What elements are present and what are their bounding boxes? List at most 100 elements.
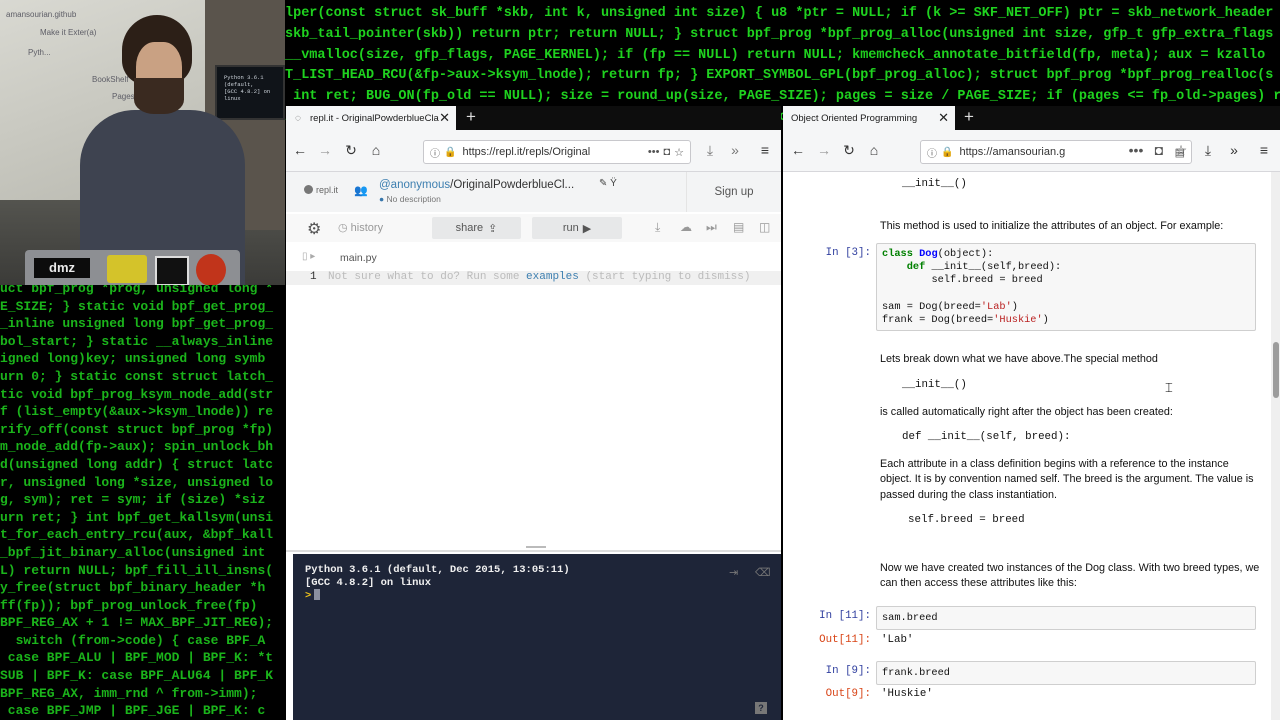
code-line: case BPF_JMP | BPF_JGE | BPF_K: c <box>0 703 266 719</box>
mouse-cursor: ⌶ <box>1165 380 1173 395</box>
tab-bar: ◌ repl.it - OriginalPowderblueCla ✕ + <box>286 106 781 130</box>
info-icon[interactable]: ⓘ <box>430 145 440 160</box>
code-line: BPF_REG_AX, imm_rnd ^ from->imm); <box>0 685 258 701</box>
back-icon[interactable]: ← <box>787 139 809 161</box>
string-literal: 'Huskie' <box>993 314 1043 327</box>
menu-icon[interactable]: ≡ <box>1253 139 1275 161</box>
back-icon[interactable]: ← <box>289 139 311 161</box>
code-line: switch (from->code) { case BPF_A <box>0 632 266 648</box>
code-text: ) <box>1042 314 1049 327</box>
console-cursor <box>314 589 321 600</box>
reload-icon[interactable]: ↻ <box>340 139 362 161</box>
owner-link[interactable]: @anonymous <box>379 179 450 191</box>
reload-icon[interactable]: ↻ <box>838 139 860 161</box>
history-button[interactable]: ◷ history <box>338 221 383 234</box>
repl-title[interactable]: @anonymous/OriginalPowderblueCl... <box>379 179 574 191</box>
close-icon[interactable]: ✕ <box>938 111 949 124</box>
run-label: run <box>562 222 579 234</box>
whiteboard-note: amansourian.github <box>6 10 77 19</box>
url-text: https://amansourian.g <box>959 146 1066 158</box>
replit-logo[interactable]: repl.it <box>304 185 338 195</box>
editor-placeholder: Not sure what to do? Run some examples (… <box>328 271 751 283</box>
code-cell[interactable]: frank.breed <box>876 661 1256 685</box>
code-line: urn ret; } int bpf_get_kallsym(unsi <box>0 509 274 525</box>
download-icon[interactable]: ⤓ <box>655 220 660 235</box>
code-text: ) <box>1011 300 1018 313</box>
run-button[interactable]: run ▶ <box>532 217 622 239</box>
code-line: L) return NULL; bpf_fill_ill_insns( <box>0 562 274 578</box>
new-tab-icon[interactable]: + <box>466 108 476 126</box>
code-line: _bpf_jit_binary_alloc(unsigned int <box>0 544 274 560</box>
line-number: 1 <box>310 271 317 283</box>
code-cell[interactable]: sam.breed <box>876 606 1256 630</box>
pocket-icon[interactable]: ◘ <box>663 146 670 158</box>
code-line: ff(fp)); bpf_prog_unlock_free(fp) <box>0 597 258 613</box>
overflow-icon[interactable]: » <box>724 139 746 161</box>
help-button[interactable]: ? <box>755 702 767 714</box>
code-line: tic void bpf_prog_ksym_node_add(str <box>0 386 274 402</box>
bookmark-icon[interactable]: ☆ <box>1170 139 1192 161</box>
new-tab-icon[interactable]: + <box>964 108 974 126</box>
console-output: Python 3.6.1 (default, Dec 2015, 13:05:1… <box>305 564 570 603</box>
code-line: igned long)key; unsigned long symb <box>0 351 266 367</box>
forward-icon[interactable]: → <box>314 139 336 161</box>
forward-icon[interactable]: → <box>813 139 835 161</box>
code-text: __init__(self,breed): <box>931 261 1062 274</box>
step-icon[interactable]: ⏭ <box>706 220 717 235</box>
home-icon[interactable]: ⌂ <box>365 139 387 161</box>
scrollbar[interactable] <box>1271 172 1280 720</box>
package-icon[interactable]: ◫ <box>759 220 770 234</box>
gear-icon[interactable]: ⚙ <box>307 219 321 239</box>
code-cell[interactable]: class Dog(object): def __init__(self,bre… <box>876 243 1256 395</box>
code-line: int ret; BUG_ON(fp_old == NULL); size = … <box>285 89 1280 105</box>
share-icon: ⇪ <box>488 222 498 235</box>
cell-output: 'Huskie' <box>881 688 933 700</box>
code-line: y_free(struct bpf_binary_header *h <box>0 580 266 596</box>
code-line: rify_off(const struct bpf_prog *fp) <box>0 421 274 437</box>
url-bar[interactable]: ⓘ 🔒 https://repl.it/repls/Original ••• ◘… <box>423 140 691 164</box>
resize-handle[interactable] <box>526 546 546 548</box>
console[interactable]: Python 3.6.1 (default, Dec 2015, 13:05:1… <box>293 554 781 720</box>
scrollbar-thumb[interactable] <box>1273 342 1279 398</box>
edit-fork-icons[interactable]: ✎ Ÿ <box>599 178 617 189</box>
clear-console-icon[interactable]: ⌫ <box>755 566 771 579</box>
tab-title: Object Oriented Programming <box>791 112 918 124</box>
pocket-icon[interactable]: ◘ <box>1148 139 1170 161</box>
paragraph: Lets break down what we have above.The s… <box>880 353 1158 365</box>
keyword: def <box>906 261 926 274</box>
overflow-icon[interactable]: » <box>1223 139 1245 161</box>
expand-icon[interactable]: ⇥ <box>729 566 738 579</box>
url-text: https://repl.it/repls/Original <box>462 146 591 158</box>
file-tab-main[interactable]: main.py <box>340 252 377 264</box>
cell-source: sam.breed <box>882 612 938 624</box>
page-actions-icon[interactable]: ••• <box>1125 139 1147 161</box>
tab-replit[interactable]: ◌ repl.it - OriginalPowderblueCla ✕ <box>286 106 456 130</box>
examples-link[interactable]: examples <box>526 271 579 283</box>
laptop-sticker <box>107 255 147 283</box>
layout-icon[interactable]: ▤ <box>733 220 744 234</box>
tab-oop[interactable]: Object Oriented Programming ✕ <box>783 106 955 130</box>
code-line: r, unsigned long *size, unsigned lo <box>0 474 274 490</box>
whiteboard-note: Pages <box>112 92 135 101</box>
laptop-sticker <box>196 254 226 285</box>
close-icon[interactable]: ✕ <box>439 111 450 124</box>
menu-icon[interactable]: ≡ <box>754 139 776 161</box>
page-actions-icon[interactable]: ••• <box>648 146 660 158</box>
repl-description: ● No description <box>379 194 441 204</box>
download-icon[interactable]: ⤓ <box>699 139 721 161</box>
replit-header: repl.it 👥 @anonymous/OriginalPowderblueC… <box>286 172 781 212</box>
bookmark-icon[interactable]: ☆ <box>674 146 684 159</box>
home-icon[interactable]: ⌂ <box>863 139 885 161</box>
code-line: g, sym); ret = sym; if (size) *siz <box>0 492 266 508</box>
download-icon[interactable]: ⤓ <box>1197 139 1219 161</box>
share-button[interactable]: share ⇪ <box>432 217 521 239</box>
signup-button[interactable]: Sign up <box>686 172 781 212</box>
cloud-upload-icon[interactable]: ☁ <box>680 220 692 234</box>
pane-divider[interactable] <box>286 550 781 552</box>
placeholder-text: (start typing to dismiss) <box>578 271 751 283</box>
info-icon[interactable]: ⓘ <box>927 145 937 160</box>
whiteboard-note: Pyth... <box>28 48 51 57</box>
file-tree-toggle-icon[interactable]: ▯ ▸ <box>302 251 315 262</box>
code-editor[interactable]: 1 Not sure what to do? Run some examples… <box>286 268 781 550</box>
output-prompt: Out[9]: <box>825 688 871 700</box>
